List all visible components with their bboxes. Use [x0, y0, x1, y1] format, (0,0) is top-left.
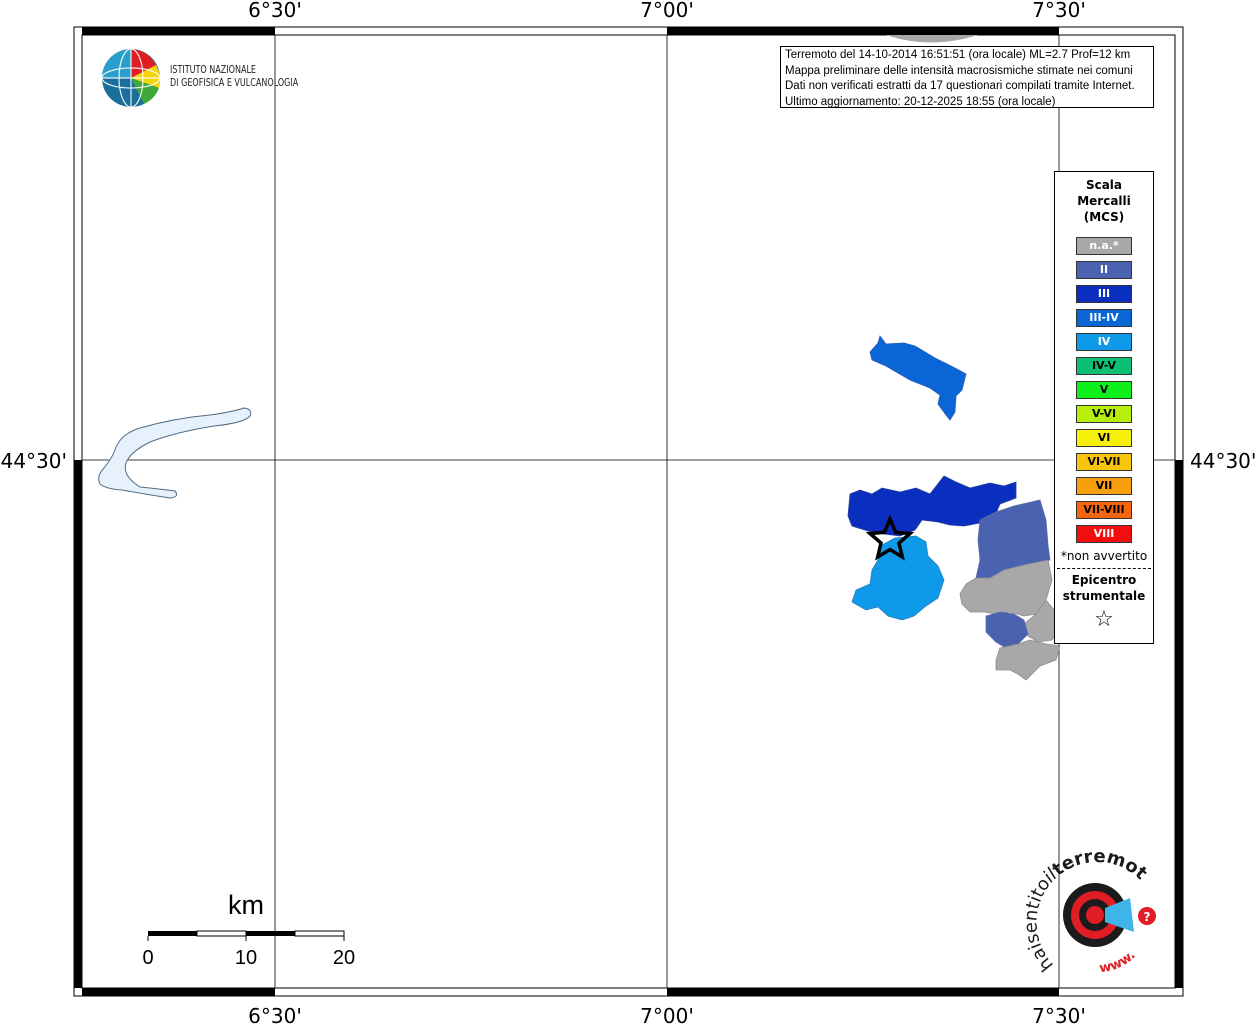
left-label-4430: 44°30'	[1, 449, 67, 473]
scale-tick-10: 10	[235, 947, 257, 969]
legend-swatch: IV-V	[1076, 357, 1132, 375]
scale-unit: km	[228, 890, 264, 920]
legend-swatch: V	[1076, 381, 1132, 399]
legend-swatch: IV	[1076, 333, 1132, 351]
bottom-label-700: 7°00'	[640, 1004, 694, 1024]
legend-epi-line2: strumentale	[1062, 589, 1146, 603]
bottom-label-730: 7°30'	[1032, 1004, 1086, 1024]
legend-note: *non avvertito	[1060, 549, 1148, 563]
info-line-2: Mappa preliminare delle intensità macros…	[785, 64, 1133, 77]
info-line-3: Dati non verificati estratti da 17 quest…	[785, 80, 1135, 92]
question-mark: ?	[1144, 910, 1151, 924]
legend-swatch: VIII	[1076, 525, 1132, 543]
legend-swatch: V-VI	[1076, 405, 1132, 423]
bottom-label-630: 6°30'	[248, 1004, 302, 1024]
legend-title-line3: (MCS)	[1083, 210, 1125, 224]
mcs-legend: Scala Mercalli (MCS) n.a.* II III III-IV IV I…	[1054, 171, 1154, 644]
scale-tick-0: 0	[142, 947, 153, 969]
legend-epi-line1: Epicentro	[1071, 573, 1137, 587]
scale-tick-20: 20	[333, 947, 355, 969]
right-label-4430: 44°30'	[1190, 449, 1256, 473]
top-label-730: 7°30'	[1032, 0, 1086, 22]
info-line-4: Ultimo aggiornamento: 20-12-2025 18:55 (…	[785, 95, 1056, 108]
legend-star-icon: ☆	[1094, 607, 1114, 632]
top-label-630: 6°30'	[248, 0, 302, 22]
ingv-name-line1: ISTITUTO NAZIONALE	[170, 64, 257, 76]
legend-title-line2: Mercalli	[1077, 194, 1131, 208]
event-info-box: Terremoto del 14-10-2014 16:51:51 (ora l…	[780, 46, 1154, 108]
ingv-name: ISTITUTO NAZIONALE DI GEOFISICA E VULCAN…	[170, 64, 298, 90]
legend-swatch: II	[1076, 261, 1132, 279]
top-label-700: 7°00'	[640, 0, 694, 22]
legend-scale: n.a.* II III III-IV IV IV-V V V-VI VI VI-VII VII VI…	[1055, 237, 1153, 543]
legend-swatch: III	[1076, 285, 1132, 303]
legend-swatch: VI-VII	[1076, 453, 1132, 471]
legend-epicentre-title: Epicentro strumentale	[1055, 572, 1153, 604]
legend-title-line1: Scala	[1085, 178, 1123, 192]
info-line-1: Terremoto del 14-10-2014 16:51:51 (ora l…	[785, 49, 1131, 61]
legend-title: Scala Mercalli (MCS)	[1055, 177, 1153, 225]
legend-swatch: VII-VIII	[1076, 501, 1132, 519]
legend-divider	[1057, 568, 1151, 569]
legend-swatch: n.a.*	[1076, 237, 1132, 255]
legend-swatch: VI	[1076, 429, 1132, 447]
legend-swatch: VII	[1076, 477, 1132, 495]
legend-swatch: III-IV	[1076, 309, 1132, 327]
ingv-logo	[101, 48, 161, 108]
ingv-name-line2: DI GEOFISICA E VULCANOLOGIA	[170, 77, 299, 89]
